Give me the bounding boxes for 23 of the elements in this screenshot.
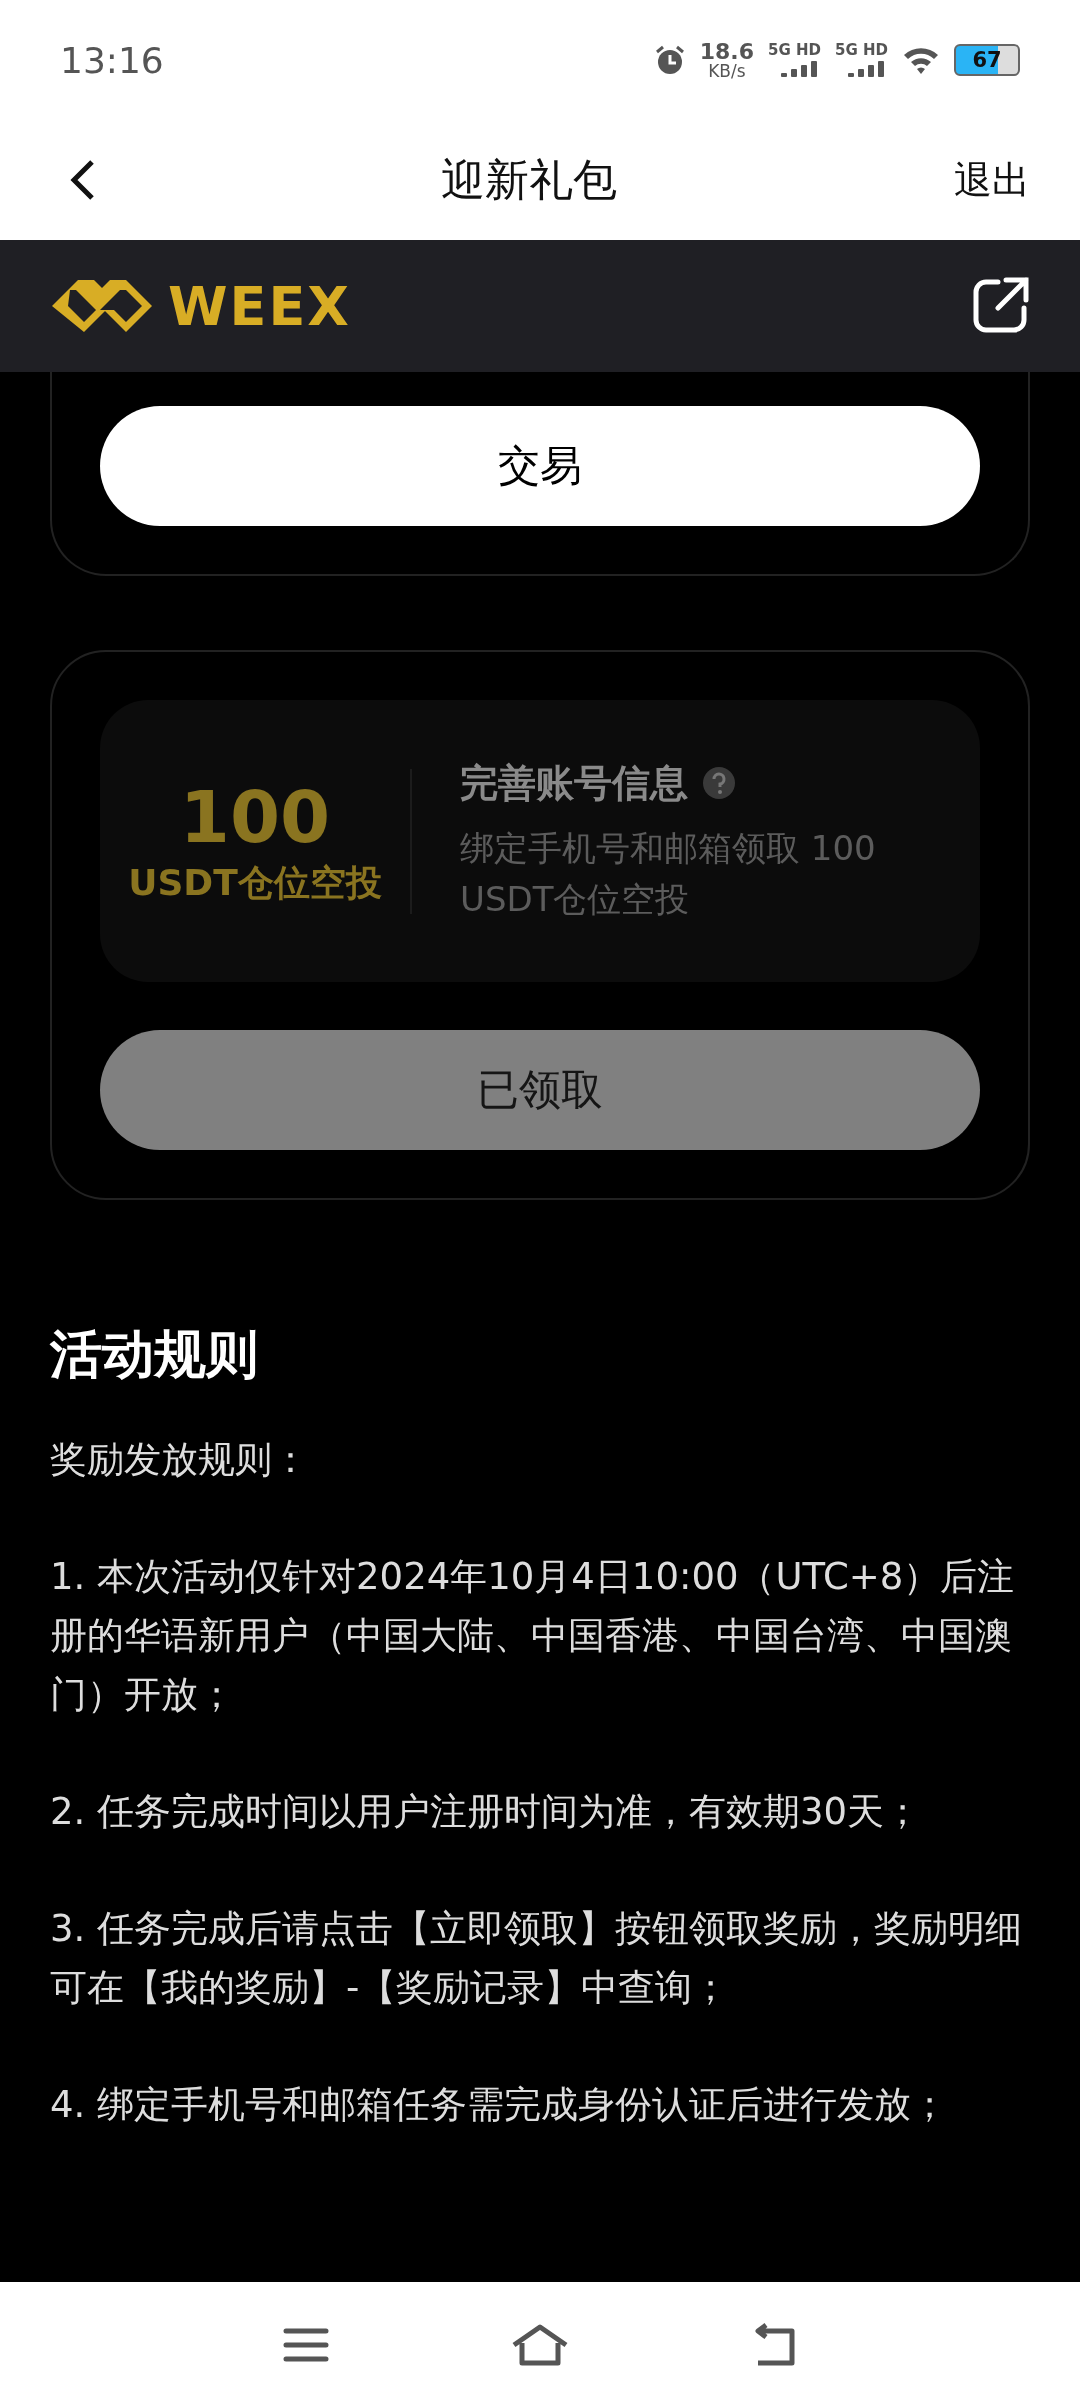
speed-value: 18.6 — [699, 40, 755, 63]
wifi-icon — [902, 45, 940, 75]
speed-unit: KB/s — [708, 62, 746, 80]
exit-link[interactable]: 退出 — [954, 154, 1030, 206]
network-label: 5G HD — [768, 43, 821, 58]
trade-button[interactable]: 交易 — [100, 406, 980, 526]
task-title: 完善账号信息 — [460, 759, 688, 807]
alarm-icon — [653, 44, 686, 76]
help-icon[interactable] — [702, 766, 736, 800]
rule-text: 2. 任务完成时间以用户注册时间为准，有效期30天； — [50, 1789, 923, 1835]
home-button[interactable] — [510, 2323, 570, 2367]
brand-name: WEEX — [168, 274, 351, 338]
status-time: 13:16 — [60, 39, 164, 81]
reward-amount: 100 — [179, 774, 331, 859]
rule-text: 奖励发放规则： — [50, 1437, 310, 1483]
rule-text: 1. 本次活动仅针对2024年10月4日10:00（UTC+8）后注册的华语新用户（中国大陆、中国香港、中国台湾、中国澳门）开放； — [50, 1554, 1016, 1718]
task-description: 绑定手机号和邮箱领取 100 USDT仓位空投 — [460, 826, 877, 921]
rule-text: 4. 绑定手机号和邮箱任务需完成身份认证后进行发放； — [50, 2082, 950, 2128]
reward-label: USDT仓位空投 — [128, 860, 382, 905]
network-label: 5G HD — [835, 43, 888, 58]
rules-title: 活动规则 — [50, 1323, 259, 1386]
page-title: 迎新礼包 — [441, 152, 617, 207]
rule-text: 3. 任务完成后请点击【立即领取】按钮领取奖励，奖励明细可在【我的奖励】-【奖励记录】中查询； — [50, 1906, 1024, 2011]
